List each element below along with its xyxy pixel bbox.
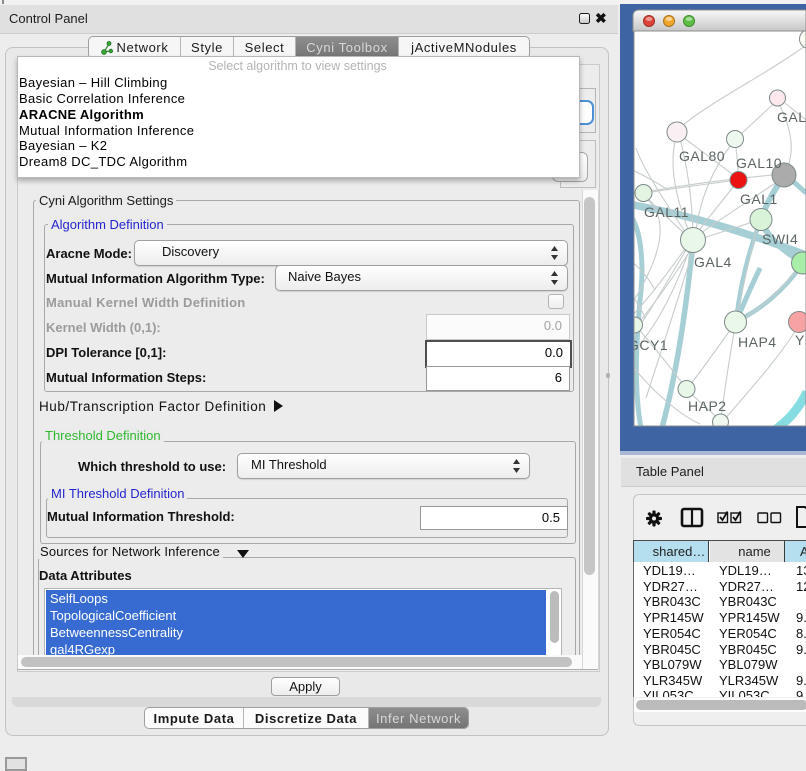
svg-text:SWI4: SWI4 — [762, 231, 798, 247]
svg-text:Y: Y — [795, 332, 805, 348]
svg-text:GAL11: GAL11 — [644, 204, 689, 220]
svg-text:HAP4: HAP4 — [738, 334, 777, 350]
svg-text:HAP2: HAP2 — [688, 398, 727, 414]
svg-text:GAL1: GAL1 — [740, 191, 778, 207]
svg-text:GAL4: GAL4 — [694, 254, 732, 270]
svg-text:GAL80: GAL80 — [679, 148, 725, 164]
svg-text:GAL7: GAL7 — [777, 109, 806, 125]
svg-text:GAL10: GAL10 — [736, 155, 782, 171]
